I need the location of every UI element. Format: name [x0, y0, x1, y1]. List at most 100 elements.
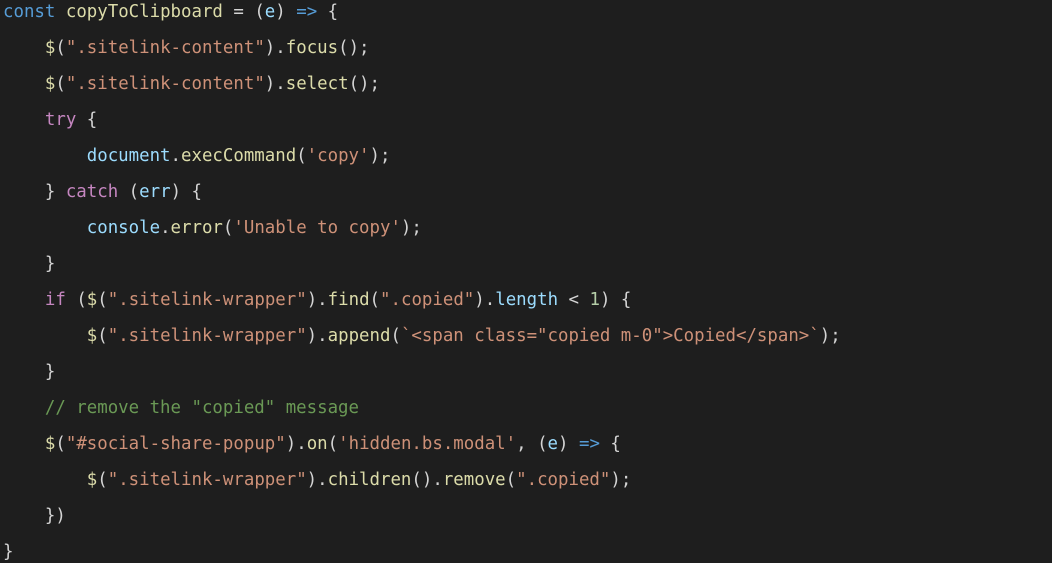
code-token-punct: [3, 218, 87, 238]
code-token-punct: [3, 326, 87, 346]
code-token-punct: ): [275, 2, 297, 22]
code-token-storage: const: [3, 2, 56, 22]
code-token-string: ".sitelink-content": [65, 38, 265, 58]
code-token-punct: , (: [516, 434, 548, 454]
code-token-func: execCommand: [181, 146, 297, 166]
code-token-punct: ).: [306, 326, 328, 346]
code-token-punct: ) {: [599, 290, 632, 310]
code-token-punct: .: [170, 146, 182, 166]
code-line[interactable]: if ($(".sitelink-wrapper").find(".copied…: [3, 282, 631, 318]
code-token-punct: [55, 2, 65, 22]
code-token-func: append: [327, 326, 391, 346]
code-token-string: ".sitelink-wrapper": [107, 326, 307, 346]
code-token-punct: (: [505, 470, 517, 490]
code-token-punct: (: [327, 434, 339, 454]
code-token-string: ".sitelink-wrapper": [107, 290, 307, 310]
code-token-storage: =>: [296, 2, 318, 22]
code-token-punct: [3, 146, 87, 166]
code-token-punct: ).: [264, 74, 286, 94]
code-token-punct: ();: [338, 38, 370, 58]
code-token-punct: [3, 38, 45, 58]
code-token-punct: ) {: [170, 182, 202, 202]
code-line[interactable]: $(".sitelink-wrapper").append(`<span cla…: [3, 318, 841, 354]
code-token-punct: (: [97, 470, 108, 490]
code-token-punct: }: [3, 182, 66, 202]
code-token-comment: // remove the "copied" message: [44, 398, 359, 418]
code-token-func: on: [306, 434, 328, 454]
code-token-punct: (: [97, 290, 108, 310]
code-token-punct: (: [97, 326, 108, 346]
code-token-punct: {: [317, 2, 339, 22]
code-line[interactable]: $(".sitelink-wrapper").children().remove…: [3, 462, 632, 498]
code-token-punct: (: [222, 218, 234, 238]
code-line[interactable]: console.error('Unable to copy');: [3, 210, 422, 246]
code-token-punct: }: [3, 254, 56, 274]
code-token-punct: ).: [285, 434, 307, 454]
code-token-punct: ).: [264, 38, 286, 58]
code-token-string: 'copy': [306, 146, 370, 166]
code-token-string: ".copied": [380, 290, 475, 310]
code-line[interactable]: const copyToClipboard = (e) => {: [3, 0, 338, 30]
code-token-string: ".sitelink-content": [65, 74, 265, 94]
code-token-punct: {: [76, 110, 98, 130]
code-editor[interactable]: const copyToClipboard = (e) => { $(".sit…: [0, 0, 1052, 563]
code-token-string: 'Unable to copy': [233, 218, 401, 238]
code-line[interactable]: }: [3, 534, 13, 563]
code-line[interactable]: // remove the "copied" message: [3, 390, 359, 426]
code-token-string: ".sitelink-wrapper": [107, 470, 307, 490]
code-token-string: ".copied": [516, 470, 611, 490]
code-token-punct: ).: [306, 290, 328, 310]
code-token-func: $: [86, 290, 98, 310]
code-token-punct: }): [3, 506, 66, 526]
code-token-punct: <: [558, 290, 590, 310]
code-token-punct: [3, 290, 45, 310]
code-token-func: $: [44, 74, 56, 94]
code-line[interactable]: $(".sitelink-content").focus();: [3, 30, 370, 66]
code-token-func: select: [285, 74, 349, 94]
code-token-storage: =>: [578, 434, 600, 454]
code-token-punct: ();: [348, 74, 380, 94]
code-token-func: $: [86, 470, 98, 490]
code-token-punct: ).: [306, 470, 328, 490]
code-token-punct: ).: [474, 290, 496, 310]
code-token-punct: (: [296, 146, 307, 166]
code-token-func: remove: [442, 470, 506, 490]
code-token-func: find: [327, 290, 370, 310]
code-token-var: document: [86, 146, 171, 166]
code-token-punct: (: [55, 74, 66, 94]
code-token-func: focus: [285, 38, 339, 58]
code-token-punct: (: [390, 326, 401, 346]
code-token-var: e: [547, 434, 559, 454]
code-token-var: length: [495, 290, 559, 310]
code-token-func: copyToClipboard: [65, 2, 223, 22]
code-token-punct: }: [3, 542, 14, 562]
code-line[interactable]: document.execCommand('copy');: [3, 138, 391, 174]
code-line[interactable]: }: [3, 354, 55, 390]
code-line[interactable]: try {: [3, 102, 97, 138]
code-token-punct: {: [599, 434, 621, 454]
code-token-func: $: [44, 434, 56, 454]
code-line[interactable]: $("#social-share-popup").on('hidden.bs.m…: [3, 426, 621, 462]
code-token-punct: [3, 398, 45, 418]
code-token-punct: (: [55, 38, 66, 58]
code-token-punct: );: [610, 470, 632, 490]
code-token-keyword: catch: [65, 182, 119, 202]
code-line[interactable]: }): [3, 498, 66, 534]
code-token-punct: (: [65, 290, 87, 310]
code-token-string: 'hidden.bs.modal': [338, 434, 517, 454]
code-line[interactable]: } catch (err) {: [3, 174, 202, 210]
code-token-string: "#social-share-popup": [65, 434, 286, 454]
code-token-punct: (: [118, 182, 140, 202]
code-token-number: 1: [589, 290, 600, 310]
code-line[interactable]: $(".sitelink-content").select();: [3, 66, 380, 102]
code-token-func: error: [170, 218, 223, 238]
code-token-punct: [3, 110, 45, 130]
code-token-punct: [3, 470, 87, 490]
code-token-keyword: try: [44, 110, 77, 130]
code-token-keyword: if: [44, 290, 66, 310]
code-token-punct: ().: [411, 470, 443, 490]
code-token-var: e: [264, 2, 276, 22]
code-token-punct: (: [55, 434, 66, 454]
code-token-punct: );: [369, 146, 391, 166]
code-line[interactable]: }: [3, 246, 55, 282]
